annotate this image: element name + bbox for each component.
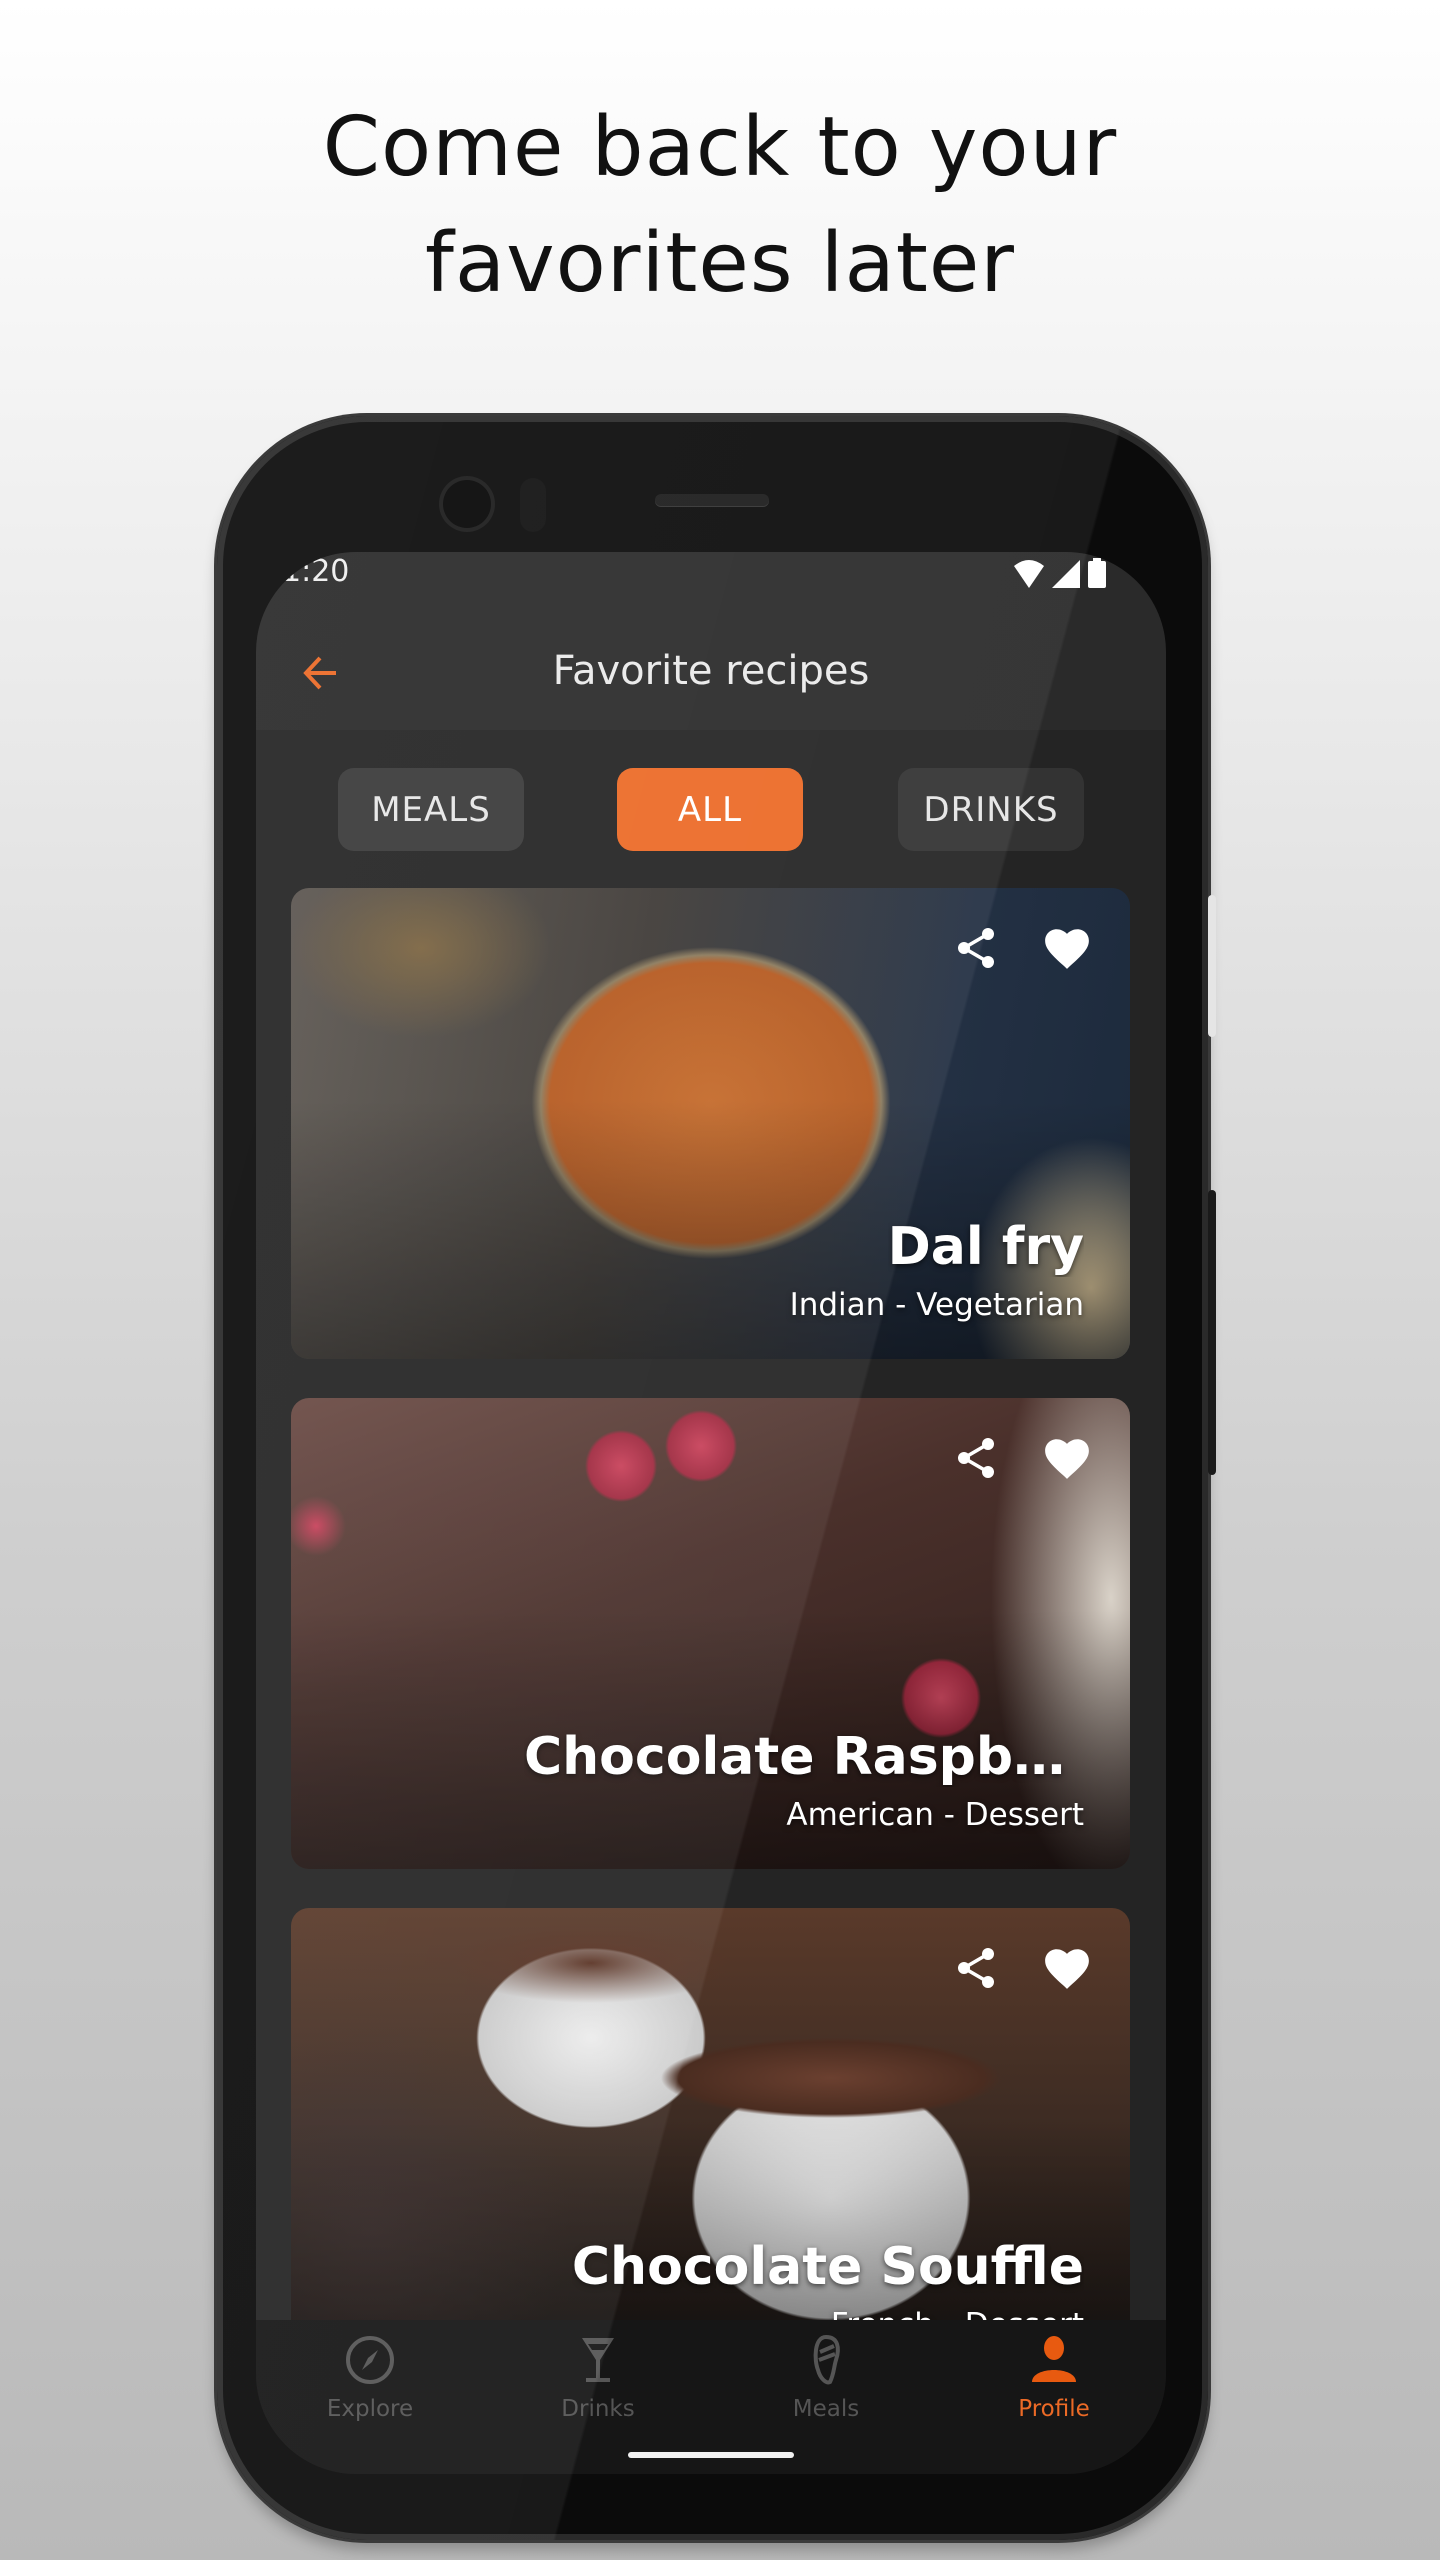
cocktail-icon	[582, 2338, 614, 2382]
filter-meals[interactable]: MEALS	[338, 768, 524, 851]
signal-icon	[1052, 560, 1080, 588]
nav-explore[interactable]: Explore	[256, 2334, 484, 2422]
favorites-content: MEALS ALL DRINKS Dal fry Indian - Vegeta…	[256, 730, 1166, 2320]
battery-icon	[1088, 558, 1106, 588]
recipe-card-dal-fry[interactable]: Dal fry Indian - Vegetarian	[291, 888, 1130, 1359]
headline-line-1: Come back to your	[322, 100, 1118, 195]
phone-volume-button	[1208, 1190, 1216, 1475]
headline-line-2: favorites later	[424, 216, 1016, 311]
heart-icon[interactable]	[1042, 1434, 1092, 1482]
bottom-navigation: Explore Drinks Meals Profile	[256, 2320, 1166, 2474]
nav-drinks[interactable]: Drinks	[484, 2334, 712, 2422]
nav-label: Profile	[1018, 2396, 1090, 2422]
recipe-subtitle: American - Dessert	[786, 1797, 1084, 1833]
status-time: 1:20	[282, 554, 350, 589]
person-icon	[1032, 2336, 1076, 2382]
promo-headline: Come back to your favorites later	[0, 90, 1440, 322]
recipe-name: Chocolate Raspberr...	[524, 1727, 1084, 1787]
wifi-icon	[1014, 560, 1044, 588]
page-title: Favorite recipes	[552, 648, 870, 694]
nav-label: Drinks	[561, 2396, 635, 2422]
heart-icon[interactable]	[1042, 924, 1092, 972]
compass-icon	[346, 2336, 394, 2384]
status-bar: 1:20	[256, 552, 1166, 620]
heart-icon[interactable]	[1042, 1944, 1092, 1992]
app-screen: 1:20 Favorite recipes MEALS ALL DRINKS D…	[256, 552, 1166, 2474]
recipe-subtitle: Indian - Vegetarian	[789, 1287, 1084, 1323]
phone-sensor	[520, 478, 546, 532]
app-bar: Favorite recipes	[256, 620, 1166, 730]
recipe-card-chocolate-souffle[interactable]: Chocolate Souffle French - Dessert	[291, 1908, 1130, 2320]
home-indicator[interactable]	[628, 2452, 794, 2458]
share-icon[interactable]	[952, 924, 1000, 972]
filter-drinks[interactable]: DRINKS	[898, 768, 1084, 851]
phone-speaker	[655, 494, 769, 506]
recipe-card-chocolate-raspberry[interactable]: Chocolate Raspberr... American - Dessert	[291, 1398, 1130, 1869]
phone-power-button	[1208, 895, 1216, 1037]
recipe-name: Dal fry	[887, 1217, 1084, 1277]
recipe-subtitle: French - Dessert	[831, 2307, 1084, 2320]
share-icon[interactable]	[952, 1944, 1000, 1992]
filter-all[interactable]: ALL	[617, 768, 803, 851]
meat-icon	[813, 2334, 840, 2385]
front-camera	[443, 480, 491, 528]
share-icon[interactable]	[952, 1434, 1000, 1482]
nav-label: Meals	[792, 2396, 860, 2422]
nav-meals[interactable]: Meals	[712, 2334, 940, 2422]
nav-profile[interactable]: Profile	[940, 2334, 1166, 2422]
recipe-name: Chocolate Souffle	[571, 2237, 1084, 2297]
nav-label: Explore	[326, 2396, 414, 2422]
